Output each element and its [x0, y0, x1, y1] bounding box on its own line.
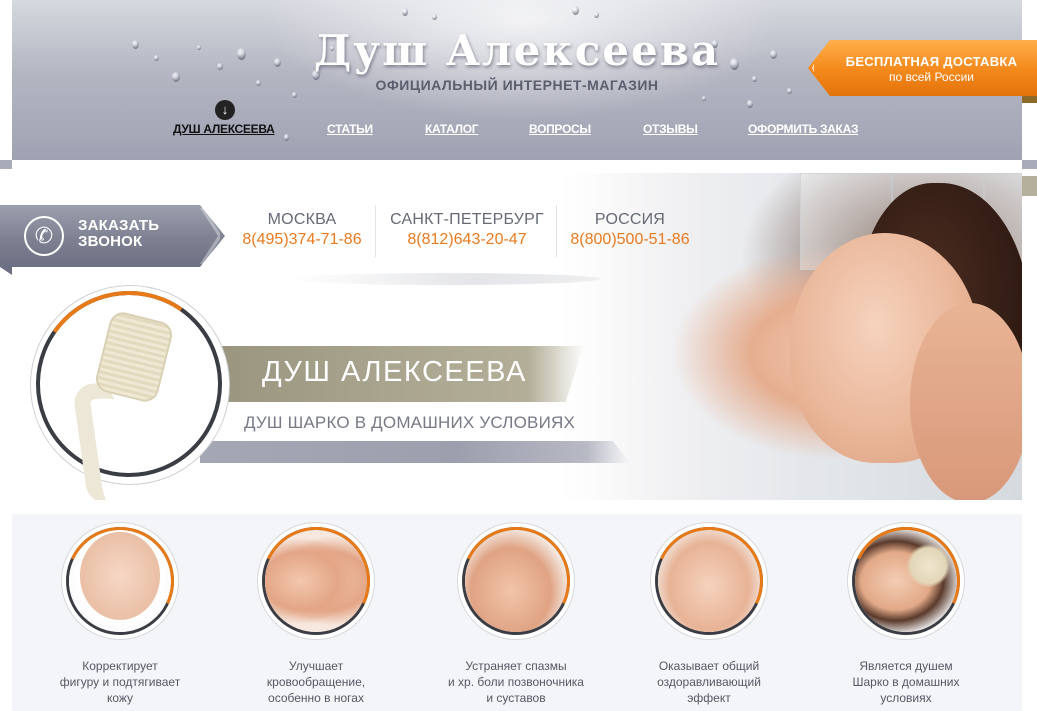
- water-drop: [702, 96, 706, 101]
- contact-spb: САНКТ-ПЕТЕРБУРГ 8(812)643-20-47: [382, 211, 552, 249]
- contact-russia: РОССИЯ 8(800)500-51-86: [560, 211, 700, 249]
- phone-icon: ✆: [24, 216, 64, 256]
- decorative-swoosh: [290, 273, 600, 285]
- feature-item: Оказывает общий оздоравливающий эффект: [634, 511, 784, 706]
- contact-city: РОССИЯ: [594, 211, 666, 228]
- delivery-badge-fold: [1022, 96, 1037, 103]
- feature-item: Корректирует фигуру и подтягивает кожу: [45, 511, 195, 706]
- feature-ring-accent: [246, 511, 386, 651]
- callback-label-1: ЗАКАЗАТЬ: [78, 217, 160, 234]
- feature-text: Оказывает общий оздоравливающий эффект: [657, 659, 761, 705]
- water-drop: [402, 8, 408, 16]
- contact-phone[interactable]: 8(495)374-71-86: [232, 231, 372, 249]
- feature-item: Улучшает кровообращение, особенно в нога…: [241, 511, 391, 706]
- feature-image-frame: [50, 511, 190, 651]
- nav-link-dush-alekseeva[interactable]: ДУШ АЛЕКСЕЕВА: [173, 122, 275, 136]
- delivery-title: БЕСПЛАТНАЯ ДОСТАВКА: [845, 54, 1018, 69]
- features-section: Корректирует фигуру и подтягивает кожу У…: [12, 511, 1022, 711]
- nav-link-checkout[interactable]: ОФОРМИТЬ ЗАКАЗ: [748, 122, 858, 136]
- main-nav: ДУШ АЛЕКСЕЕВА СТАТЬИ КАТАЛОГ ВОПРОСЫ ОТЗ…: [12, 122, 1022, 142]
- feature-text: Устраняет спазмы и хр. боли позвоночника…: [448, 659, 584, 705]
- arrow-down-icon: ↓: [215, 100, 235, 120]
- feature-text: Является душем Шарко в домашних условиях: [852, 659, 960, 705]
- feature-ring-accent: [836, 511, 976, 651]
- feature-ring-accent: [639, 511, 779, 651]
- nav-link-catalog[interactable]: КАТАЛОГ: [425, 122, 479, 136]
- water-drop: [432, 14, 437, 20]
- callback-label-2: ЗВОНОК: [78, 233, 143, 250]
- feature-image-frame: [446, 511, 586, 651]
- feature-ring-accent: [446, 511, 586, 651]
- contacts-divider: [556, 205, 557, 257]
- banner-lower-bar: [200, 441, 630, 463]
- right-khaki-bar: [1022, 176, 1037, 196]
- feature-image-frame: [246, 511, 386, 651]
- feature-image-frame: [836, 511, 976, 651]
- right-stripe: [1022, 160, 1037, 169]
- feature-image-frame: [639, 511, 779, 651]
- water-drop: [747, 100, 753, 108]
- feature-text: Корректирует фигуру и подтягивает кожу: [59, 659, 181, 705]
- banner-subtitle: ДУШ ШАРКО В ДОМАШНИХ УСЛОВИЯХ: [244, 413, 576, 432]
- left-stripe: [0, 160, 12, 169]
- contact-moscow: МОСКВА 8(495)374-71-86: [232, 211, 372, 249]
- free-delivery-badge[interactable]: БЕСПЛАТНАЯ ДОСТАВКА по всей России: [808, 40, 1037, 96]
- contact-city: САНКТ-ПЕТЕРБУРГ: [390, 211, 544, 228]
- delivery-subtitle: по всей России: [888, 70, 974, 84]
- nav-link-reviews[interactable]: ОТЗЫВЫ: [643, 122, 698, 136]
- callback-fold: [0, 267, 12, 275]
- feature-ring-accent: [50, 511, 190, 651]
- contact-city: МОСКВА: [267, 211, 337, 228]
- contacts-divider: [375, 205, 376, 257]
- arm-shape: [910, 303, 1022, 500]
- contact-phone[interactable]: 8(812)643-20-47: [382, 231, 552, 249]
- hero-section: ✆ ЗАКАЗАТЬ ЗВОНОК МОСКВА 8(495)374-71-86…: [0, 173, 1022, 500]
- water-drop: [572, 6, 579, 15]
- nav-link-questions[interactable]: ВОПРОСЫ: [529, 122, 591, 136]
- feature-text: Улучшает кровообращение, особенно в нога…: [266, 659, 366, 705]
- water-drop: [594, 12, 599, 18]
- feature-item: Является душем Шарко в домашних условиях: [831, 511, 981, 706]
- banner-title: ДУШ АЛЕКСЕЕВА: [262, 356, 527, 388]
- contact-phone[interactable]: 8(800)500-51-86: [560, 231, 700, 249]
- order-call-button[interactable]: ✆ ЗАКАЗАТЬ ЗВОНОК: [0, 205, 225, 267]
- nav-link-articles[interactable]: СТАТЬИ: [327, 122, 373, 136]
- feature-item: Устраняет спазмы и хр. боли позвоночника…: [441, 511, 591, 706]
